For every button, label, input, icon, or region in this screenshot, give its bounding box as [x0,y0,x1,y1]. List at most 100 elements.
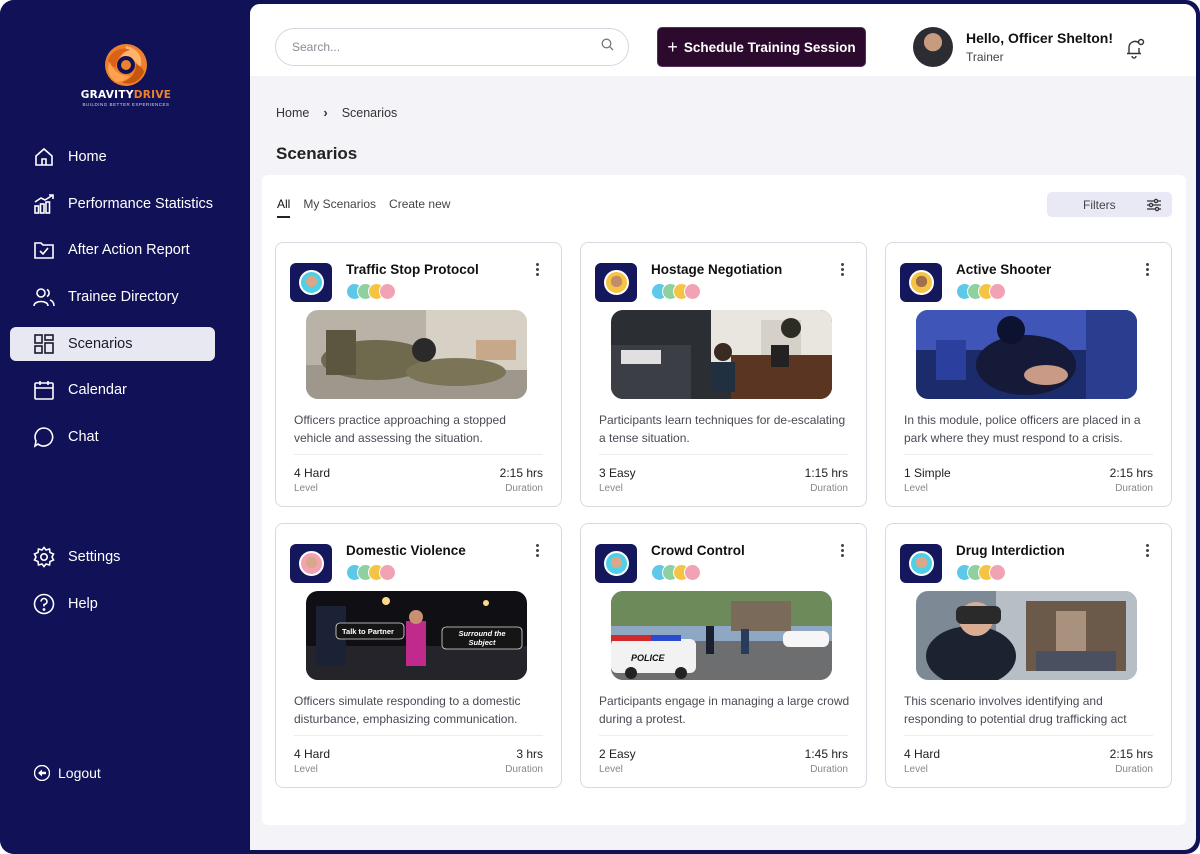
users-icon [33,286,55,308]
more-options-icon[interactable] [1143,263,1151,278]
participant-avatars [346,564,396,581]
grid-icon [33,333,55,355]
sliders-icon [1147,198,1161,211]
scenario-card-crowd-control[interactable]: Crowd Control POLICE Participants engage… [580,523,867,788]
sidebar-item-chat[interactable]: Chat [10,420,215,454]
sidebar-item-home[interactable]: Home [10,140,215,174]
sidebar-item-label: Scenarios [68,335,133,352]
logout-button[interactable]: Logout [34,765,101,781]
filters-label: Filters [1083,197,1116,212]
scenario-thumbnail [916,591,1137,680]
scenario-card-domestic-violence[interactable]: Domestic Violence Talk to Partner Surrou… [275,523,562,788]
scenario-card-traffic-stop[interactable]: Traffic Stop Protocol Officers practice … [275,242,562,507]
sidebar-item-label: Settings [68,549,121,565]
scenario-card-drug-interdiction[interactable]: Drug Interdiction This scenario involves… [885,523,1172,788]
card-divider [904,735,1153,736]
thumbnail-label: Talk to Partner [342,627,394,636]
sidebar: GRAVITYDRIVE BUILDING BETTER EXPERIENCES… [0,0,250,854]
user-greeting: Hello, Officer Shelton! [966,30,1114,46]
scenario-duration: 3 hrs [516,747,543,761]
scenario-card-hostage-negotiation[interactable]: Hostage Negotiation Participants learn t… [580,242,867,507]
sidebar-item-after-action-report[interactable]: After Action Report [10,233,215,267]
tab-all[interactable]: All [277,197,291,218]
sidebar-item-label: Performance Statistics [68,195,214,212]
user-role: Trainer [966,50,1004,64]
duration-label: Duration [505,483,543,494]
breadcrumb-current: Scenarios [341,105,398,120]
sidebar-item-calendar[interactable]: Calendar [10,373,215,407]
more-options-icon[interactable] [533,544,541,559]
search-input[interactable] [292,40,601,54]
sidebar-item-scenarios[interactable]: Scenarios [10,326,215,361]
home-icon [33,146,55,168]
notification-bell-icon[interactable] [1124,37,1146,64]
chevron-right-icon: › [323,105,328,120]
scenario-title: Hostage Negotiation [651,262,783,277]
tab-my-scenarios[interactable]: My Scenarios [303,197,376,218]
duration-label: Duration [810,764,848,775]
scenario-description: In this module, police officers are plac… [904,413,1141,445]
more-options-icon[interactable] [838,263,846,278]
filters-button[interactable]: Filters [1047,192,1172,217]
sidebar-item-help[interactable]: Help [10,587,215,621]
scenario-avatar [290,544,332,583]
breadcrumb-home-link[interactable]: Home [276,106,309,120]
more-options-icon[interactable] [533,263,541,278]
avatar [913,27,953,67]
scenario-thumbnail: Talk to Partner Surround the Subject [306,591,527,680]
scenario-avatar [900,544,942,583]
scenario-tabs: All My Scenarios Create new [277,197,463,218]
thumbnail-label: Surround the Subject [458,629,506,647]
page-title: Scenarios [276,144,358,163]
scenario-level: 3 Easy [599,466,636,480]
sidebar-item-performance-statistics[interactable]: Performance Statistics [10,187,215,221]
level-label: Level [294,483,318,494]
brand-name: GRAVITY [80,89,134,101]
chat-icon [33,426,55,448]
tab-create-new[interactable]: Create new [389,197,450,218]
bar-chart-icon [33,193,55,215]
duration-label: Duration [505,764,543,775]
scenario-description: Officers practice approaching a stopped … [294,413,506,445]
scenario-duration: 2:15 hrs [499,466,543,480]
card-divider [294,454,543,455]
level-label: Level [904,764,928,775]
scenario-card-active-shooter[interactable]: Active Shooter In this module, police of… [885,242,1172,507]
participant-avatars [651,283,701,300]
sidebar-item-label: Home [68,149,107,165]
sidebar-item-label: Calendar [68,382,127,399]
plus-icon: + [667,37,678,57]
search-icon[interactable] [601,38,614,56]
scenarios-panel: All My Scenarios Create new Filters Traf… [262,175,1186,825]
sidebar-item-trainee-directory[interactable]: Trainee Directory [10,280,215,314]
logout-icon [34,765,50,781]
level-label: Level [599,483,623,494]
scenario-level: 1 Simple [904,466,951,480]
help-icon [33,593,55,615]
card-divider [294,735,543,736]
scenario-avatar [290,263,332,302]
top-bar: + Schedule Training Session Hello, Offic… [250,4,1196,76]
level-label: Level [904,483,928,494]
scenario-thumbnail: POLICE [611,591,832,680]
schedule-training-session-button[interactable]: + Schedule Training Session [657,27,866,67]
sidebar-item-label: After Action Report [68,242,190,259]
scenario-level: 4 Hard [294,466,331,480]
scenario-title: Active Shooter [956,262,1052,277]
app-window: GRAVITYDRIVE BUILDING BETTER EXPERIENCES… [0,0,1200,854]
scenario-thumbnail [916,310,1137,399]
user-profile[interactable]: Hello, Officer Shelton! Trainer [913,27,1113,67]
more-options-icon[interactable] [838,544,846,559]
scenario-thumbnail [306,310,527,399]
more-options-icon[interactable] [1143,544,1151,559]
level-label: Level [599,764,623,775]
card-divider [599,454,848,455]
scenario-level: 4 Hard [904,747,941,761]
scenario-duration: 1:15 hrs [804,466,848,480]
sidebar-item-label: Help [68,595,98,612]
scenario-avatar [900,263,942,302]
scenario-title: Domestic Violence [346,543,466,558]
sidebar-item-settings[interactable]: Settings [10,540,215,574]
brand-logo: GRAVITYDRIVE BUILDING BETTER EXPERIENCES [78,42,174,108]
duration-label: Duration [810,483,848,494]
